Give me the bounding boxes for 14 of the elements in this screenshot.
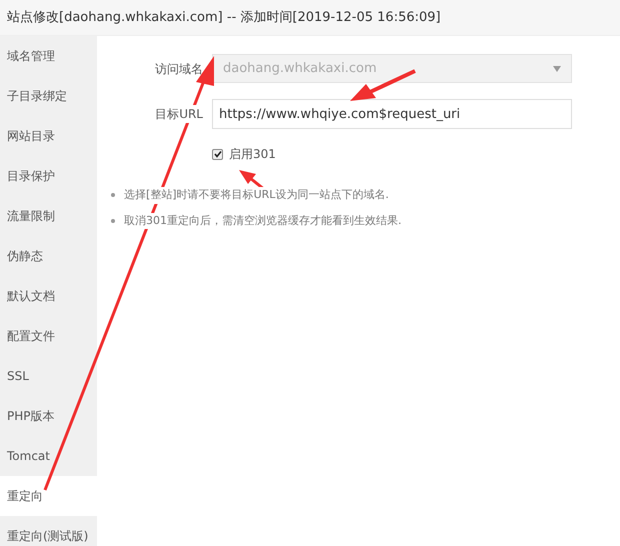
note-text: 选择[整站]时请不要将目标URL设为同一站点下的域名. — [124, 187, 389, 204]
url-input[interactable]: https://www.whqiye.com$request_uri — [212, 99, 572, 129]
checkbox-label: 启用301 — [229, 146, 276, 163]
field-label: 目标URL — [155, 105, 203, 123]
field-label: 访问域名 — [154, 60, 204, 78]
bullet-icon — [111, 193, 115, 198]
dropdown-caret-icon — [553, 66, 561, 72]
sidebar-item[interactable]: 重定向 — [0, 476, 97, 516]
note-text: 取消301重定向后，需清空浏览器缓存才能看到生效结果. — [124, 212, 402, 229]
domain-select: daohang.whkakaxi.com — [212, 54, 572, 83]
checkbox[interactable] — [212, 148, 223, 160]
bullet-icon — [111, 218, 115, 223]
window-title: 站点修改[daohang.whkakaxi.com] -- 添加时间[2019-12-05 16:56:09] — [7, 8, 441, 27]
check-icon — [214, 150, 222, 158]
